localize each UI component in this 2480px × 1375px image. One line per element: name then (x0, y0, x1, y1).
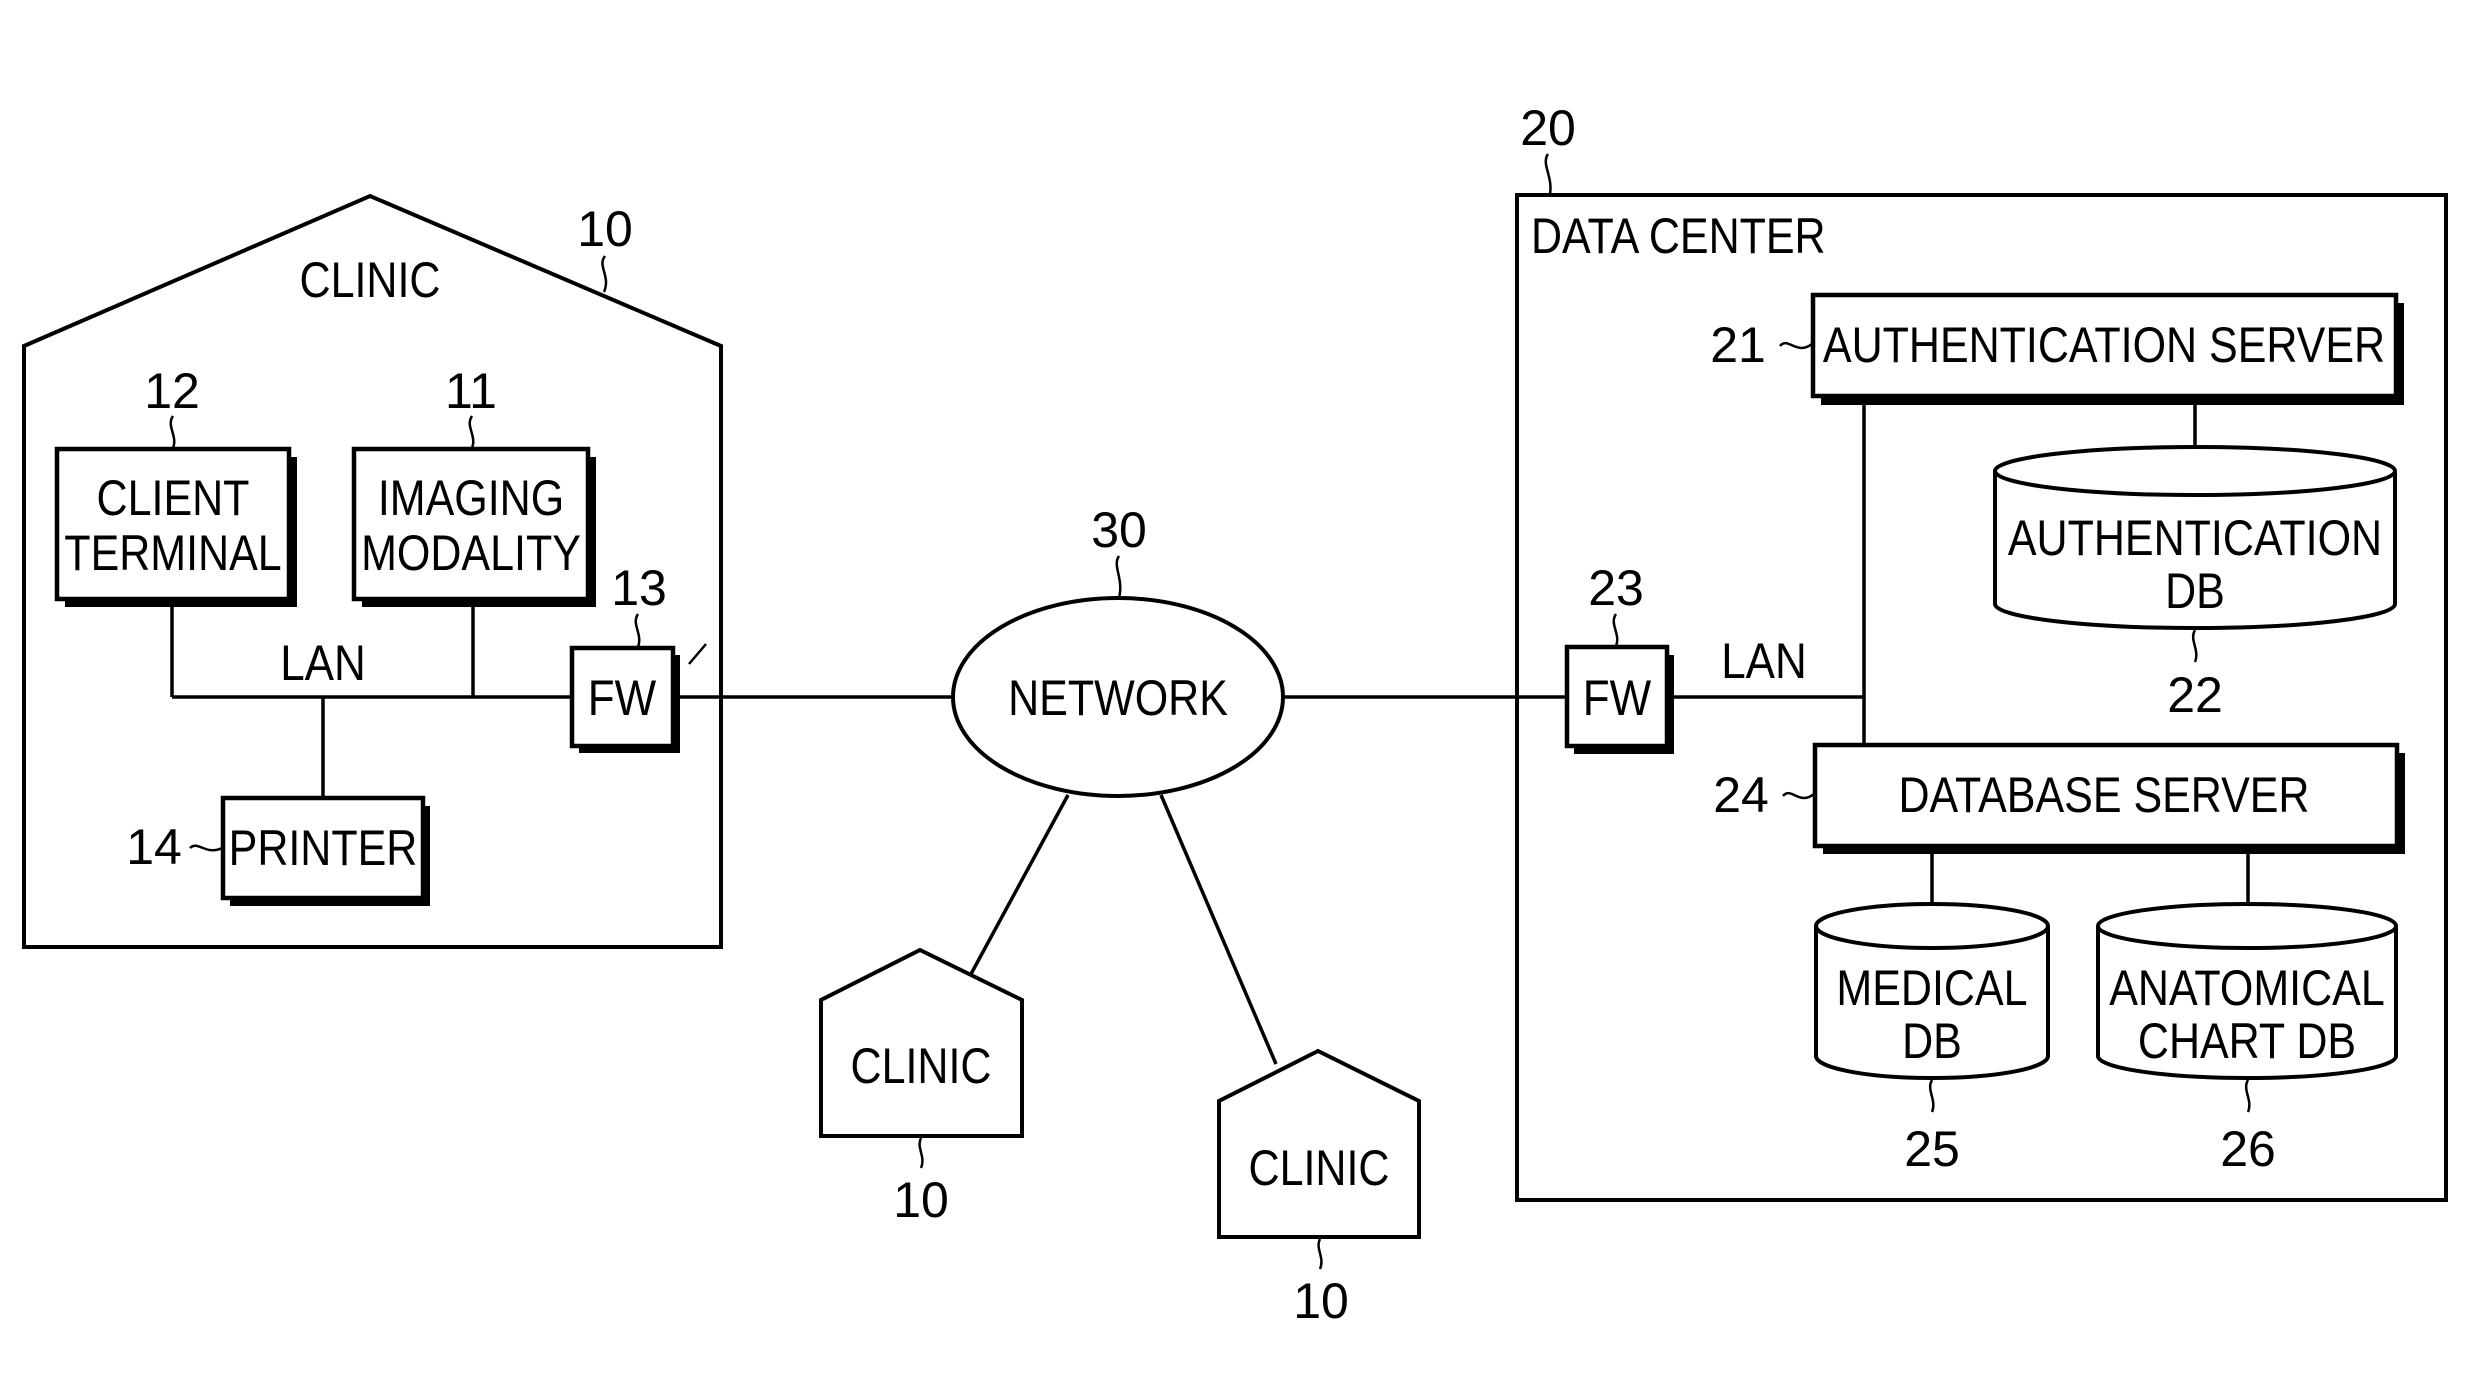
authentication-server-ref-leader (1779, 341, 1813, 350)
clinic-main: CLINIC 10 LAN CLIENT TERMINAL 12 IMAGING… (22, 193, 723, 949)
authentication-server-ref: 21 (1710, 317, 1766, 373)
medical-db: MEDICAL DB 25 (1814, 902, 2050, 1177)
authentication-server: AUTHENTICATION SERVER 21 (1710, 292, 2404, 405)
anatomical-chart-db-line2: CHART DB (2138, 1013, 2356, 1069)
remote-clinic-2-ref: 10 (1293, 1273, 1349, 1329)
imaging-modality: IMAGING MODALITY 11 (351, 363, 596, 607)
network-ref: 30 (1091, 502, 1147, 558)
database-server-ref-leader (1782, 791, 1815, 800)
remote-clinic-1-ref-leader (918, 1137, 924, 1169)
clinic-main-ref-leader (601, 255, 608, 293)
clinic-firewall-ref: 13 (611, 560, 667, 616)
imaging-modality-line2: MODALITY (361, 525, 581, 581)
authentication-db-ref: 22 (2167, 667, 2223, 723)
medical-db-ref-leader (1928, 1079, 1935, 1113)
system-diagram: CLINIC 10 LAN CLIENT TERMINAL 12 IMAGING… (22, 100, 2448, 1329)
remote-clinic-2: CLINIC 10 (1217, 1048, 1421, 1329)
client-terminal: CLIENT TERMINAL 12 (54, 363, 297, 607)
data-center-ref: 20 (1520, 100, 1576, 156)
clinic-firewall-label: FW (588, 669, 657, 725)
client-terminal-ref: 12 (144, 363, 200, 419)
database-server-label: DATABASE SERVER (1899, 767, 2310, 823)
medical-db-line1: MEDICAL (1836, 960, 2027, 1016)
printer-label: PRINTER (229, 820, 418, 876)
clinic-main-ref: 10 (577, 201, 633, 257)
authentication-db-line1: AUTHENTICATION (2008, 510, 2382, 566)
client-terminal-line1: CLIENT (97, 470, 250, 526)
authentication-db-line2: DB (2165, 563, 2225, 619)
database-server-ref: 24 (1713, 767, 1769, 823)
medical-db-ref: 25 (1904, 1121, 1960, 1177)
remote-clinic-2-label: CLINIC (1249, 1140, 1390, 1196)
anatomical-chart-db-line1: ANATOMICAL (2109, 960, 2385, 1016)
authentication-db-ref-leader (2191, 629, 2198, 663)
network-ref-leader (1115, 555, 1122, 599)
authentication-db-top-rim (1993, 470, 2397, 497)
authentication-db: AUTHENTICATION DB 22 (1993, 445, 2397, 723)
anatomical-chart-db-ref: 26 (2220, 1121, 2276, 1177)
clinic-lan-label: LAN (280, 634, 366, 690)
data-center-title: DATA CENTER (1531, 208, 1826, 264)
remote-clinic-1-ref: 10 (893, 1172, 949, 1228)
link-network-to-remote-clinic-2 (1159, 794, 1278, 1065)
dc-lan-label: LAN (1721, 632, 1807, 688)
printer: PRINTER 14 (126, 795, 430, 906)
anatomical-chart-db-ref-leader (2244, 1079, 2251, 1113)
network-label: NETWORK (1008, 670, 1228, 726)
imaging-modality-ref-leader (468, 415, 475, 449)
clinic-firewall-ref-leader (634, 613, 641, 648)
medical-db-line2: DB (1902, 1013, 1962, 1069)
remote-clinic-2-ref-leader (1317, 1238, 1323, 1270)
client-terminal-line2: TERMINAL (64, 525, 281, 581)
dc-firewall-label: FW (1583, 669, 1652, 725)
imaging-modality-ref: 11 (445, 363, 497, 419)
printer-ref: 14 (126, 819, 182, 875)
anatomical-chart-db: ANATOMICAL CHART DB 26 (2096, 902, 2398, 1177)
network: NETWORK 30 (951, 502, 1285, 798)
dc-firewall-ref-leader (1612, 613, 1619, 647)
data-center: DATA CENTER 20 LAN FW 23 AUTHENTICATION … (1515, 100, 2448, 1202)
client-terminal-ref-leader (169, 415, 176, 449)
database-server: DATABASE SERVER 24 (1713, 742, 2405, 854)
imaging-modality-line1: IMAGING (378, 470, 564, 526)
dc-firewall: FW 23 (1564, 560, 1674, 754)
dc-firewall-ref: 23 (1588, 560, 1644, 616)
medical-db-top-rim (1814, 925, 2050, 950)
printer-ref-leader (189, 844, 223, 852)
link-network-to-remote-clinic-1 (969, 794, 1070, 975)
remote-clinic-1-label: CLINIC (851, 1038, 992, 1094)
clinic-main-title: CLINIC (300, 252, 441, 308)
authentication-server-label: AUTHENTICATION SERVER (1823, 317, 2385, 373)
remote-clinic-1: CLINIC 10 (819, 947, 1024, 1228)
clinic-boundary-mark (688, 643, 707, 665)
data-center-ref-leader (1544, 153, 1552, 195)
anatomical-chart-db-top-rim (2096, 925, 2398, 950)
